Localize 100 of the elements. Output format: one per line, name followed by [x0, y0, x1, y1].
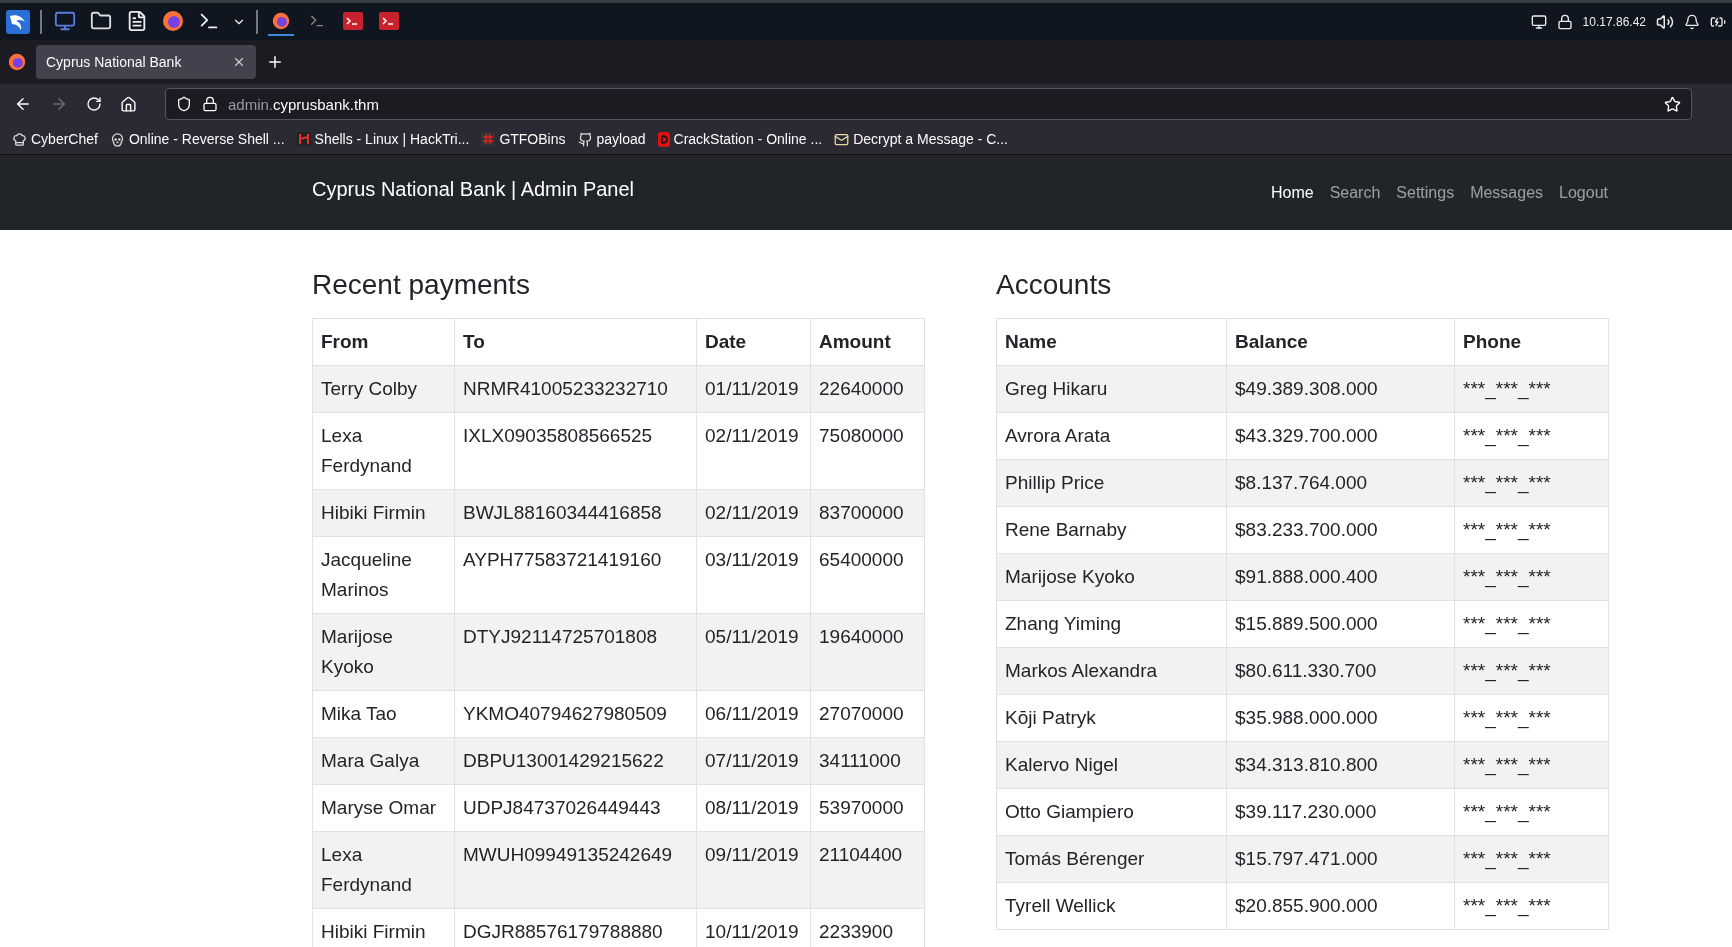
table-cell: 21104400 — [810, 831, 925, 909]
table-cell: Jacqueline Marinos — [312, 536, 455, 614]
table-cell: ***_***_*** — [1454, 741, 1609, 789]
table-cell: YKMO40794627980509 — [454, 690, 697, 738]
table-cell: 22640000 — [810, 365, 925, 413]
table-cell: MWUH09949135242649 — [454, 831, 697, 909]
nav-link[interactable]: Logout — [1559, 183, 1608, 202]
table-cell: Lexa Ferdynand — [312, 412, 455, 490]
bookmark-link[interactable]: GTFOBins — [481, 131, 566, 147]
table-cell: Markos Alexandra — [996, 647, 1227, 695]
section-heading: Recent payments — [312, 268, 531, 302]
bell-icon[interactable] — [1684, 13, 1700, 30]
new-tab-icon[interactable] — [266, 53, 284, 71]
browser-tab[interactable]: Cyprus National Bank — [36, 45, 256, 79]
table-cell: Kalervo Nigel — [996, 741, 1227, 789]
table-cell: 01/11/2019 — [696, 365, 811, 413]
address-bar[interactable]: admin.cyprusbank.thm — [165, 88, 1692, 120]
table-cell: $15.797.471.000 — [1226, 835, 1455, 883]
table-cell: Zhang Yiming — [996, 600, 1227, 648]
brand-title[interactable]: Cyprus National Bank | Admin Panel — [312, 178, 1271, 201]
table-cell: 09/11/2019 — [696, 831, 811, 909]
url-text: admin.cyprusbank.thm — [228, 95, 380, 113]
table-cell: 02/11/2019 — [696, 489, 811, 537]
table-cell: 75080000 — [810, 412, 925, 490]
table-cell: Hibiki Firmin — [312, 908, 455, 947]
document-icon[interactable] — [126, 9, 148, 32]
column-header: Phone — [1454, 318, 1609, 366]
table-cell: $34.313.810.800 — [1226, 741, 1455, 789]
table-cell: ***_***_*** — [1454, 694, 1609, 742]
table-cell: 19640000 — [810, 613, 925, 691]
folder-icon[interactable] — [90, 9, 112, 32]
column-header: Name — [996, 318, 1227, 366]
table-cell: Maryse Omar — [312, 784, 455, 832]
dragon-logo-icon[interactable] — [6, 9, 30, 34]
bookmark-link[interactable]: Shells - Linux | HackTri... — [296, 131, 470, 147]
bookmark-link[interactable]: CrackStation - Online ... — [657, 131, 823, 147]
terminal-icon[interactable] — [379, 11, 399, 30]
table-cell: 02/11/2019 — [696, 412, 811, 490]
table-cell: Avrora Arata — [996, 412, 1227, 460]
table-cell: ***_***_*** — [1454, 882, 1609, 930]
close-icon[interactable] — [232, 55, 246, 69]
table-cell: 83700000 — [810, 489, 925, 537]
table-cell: ***_***_*** — [1454, 788, 1609, 836]
browser-icon[interactable] — [272, 11, 290, 30]
bookmark-link[interactable]: Online - Reverse Shell ... — [109, 131, 285, 147]
star-icon[interactable] — [1664, 95, 1681, 113]
github-icon — [577, 131, 593, 147]
table-cell: Phillip Price — [996, 459, 1227, 507]
table-cell: Mika Tao — [312, 690, 455, 738]
table-cell: $49.389.308.000 — [1226, 365, 1455, 413]
table-cell: Otto Giampiero — [996, 788, 1227, 836]
table-cell: Mara Galya — [312, 737, 455, 785]
lock-icon — [202, 96, 218, 112]
table-cell: ***_***_*** — [1454, 365, 1609, 413]
terminal-icon[interactable] — [343, 11, 363, 30]
shield-icon — [176, 96, 192, 112]
bookmark-link[interactable]: Decrypt a Message - C... — [834, 131, 1008, 147]
table-cell: IXLX09035808566525 — [454, 412, 697, 490]
table-cell: ***_***_*** — [1454, 506, 1609, 554]
table-cell: UDPJ84737026449443 — [454, 784, 697, 832]
bookmark-icon — [657, 131, 670, 147]
table-cell: 03/11/2019 — [696, 536, 811, 614]
table-cell: $8.137.764.000 — [1226, 459, 1455, 507]
table-cell: ***_***_*** — [1454, 835, 1609, 883]
section-heading: Accounts — [996, 268, 1113, 302]
table-cell: 53970000 — [810, 784, 925, 832]
table-cell: Tomás Bérenger — [996, 835, 1227, 883]
envelope-icon — [834, 131, 850, 147]
bookmark-link[interactable]: payload — [577, 131, 646, 147]
chef-hat-icon — [12, 131, 27, 147]
table-cell: $15.889.500.000 — [1226, 600, 1455, 648]
table-cell: 65400000 — [810, 536, 925, 614]
table-cell: Lexa Ferdynand — [312, 831, 455, 909]
table-cell: DTYJ92114725701808 — [454, 613, 697, 691]
speaker-icon[interactable] — [1656, 12, 1674, 31]
network-icon[interactable] — [1530, 13, 1547, 30]
table-cell: ***_***_*** — [1454, 647, 1609, 695]
table-cell: 05/11/2019 — [696, 613, 811, 691]
ip-address: 10.17.86.42 — [1582, 14, 1646, 29]
table-cell: Marijose Kyoko — [996, 553, 1227, 601]
bookmark-link[interactable]: CyberChef — [12, 131, 98, 147]
nav-link[interactable]: Home — [1270, 183, 1314, 202]
nav-link[interactable]: Messages — [1470, 183, 1544, 202]
table-cell: 06/11/2019 — [696, 690, 811, 738]
table-cell: Hibiki Firmin — [312, 489, 455, 537]
table-cell: $20.855.900.000 — [1226, 882, 1455, 930]
browser-icon[interactable] — [162, 9, 184, 32]
nav-link[interactable]: Settings — [1396, 183, 1455, 202]
nav-link[interactable]: Search — [1329, 183, 1381, 202]
lock-icon[interactable] — [1556, 13, 1573, 30]
table-cell: Marijose Kyoko — [312, 613, 455, 691]
column-header: To — [454, 318, 697, 366]
table-cell: 07/11/2019 — [696, 737, 811, 785]
table-cell: 08/11/2019 — [696, 784, 811, 832]
workspace-icon[interactable] — [54, 9, 76, 32]
table-cell: ***_***_*** — [1454, 600, 1609, 648]
table-cell: Terry Colby — [312, 365, 455, 413]
browser-icon[interactable] — [8, 53, 26, 71]
table-cell: ***_***_*** — [1454, 412, 1609, 460]
table-cell: $83.233.700.000 — [1226, 506, 1455, 554]
